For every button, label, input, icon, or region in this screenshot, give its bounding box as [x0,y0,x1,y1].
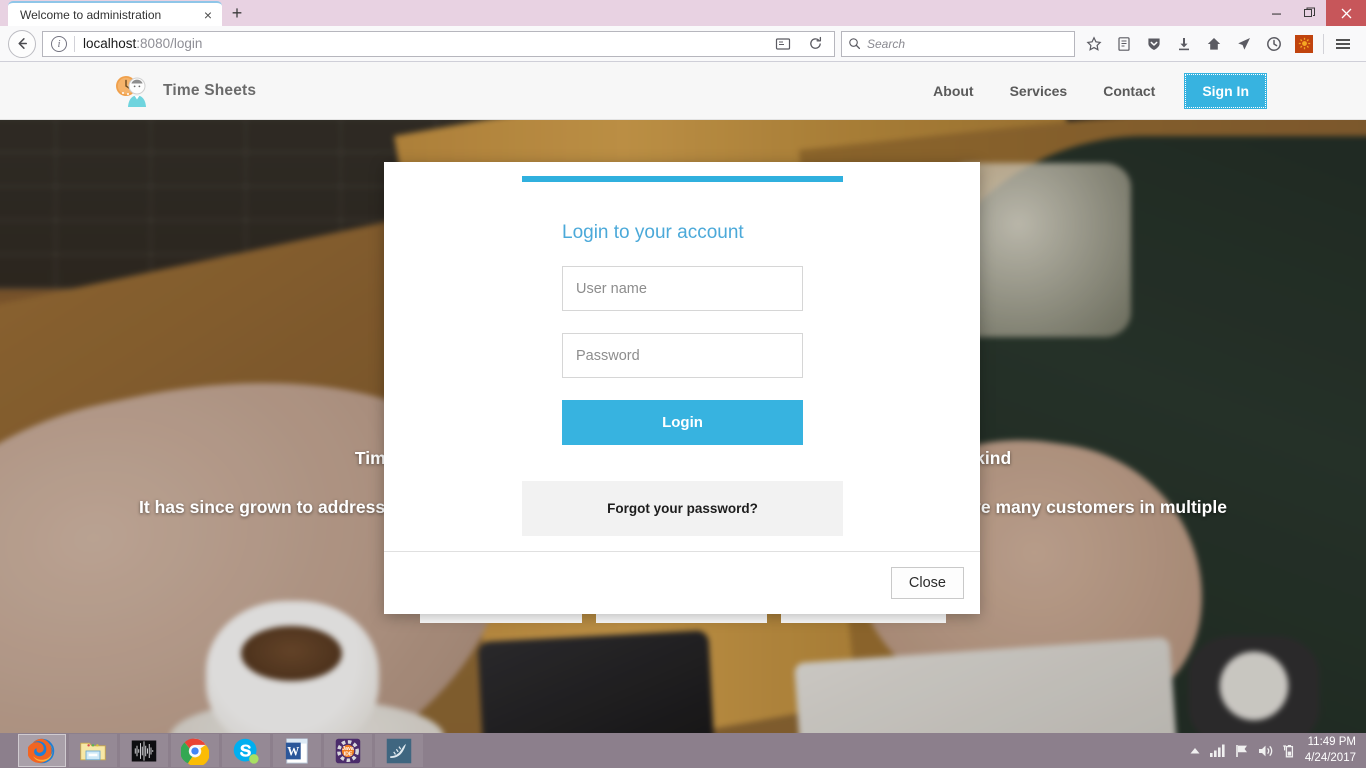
tab-title: Welcome to administration [20,7,162,22]
login-form: Login to your account Login [522,182,843,481]
mysql-workbench-icon [386,738,412,763]
back-icon[interactable] [8,29,36,58]
forgot-password-link[interactable]: Forgot your password? [522,481,843,536]
password-input[interactable] [562,333,803,378]
bookmark-star-icon[interactable] [1079,30,1109,58]
site-info-icon[interactable]: i [51,35,67,52]
browser-window: Welcome to administration × + i localhos… [0,0,1366,768]
browser-tab[interactable]: Welcome to administration × [8,1,222,26]
site-nav: About Services Contact Sign In [915,72,1267,109]
login-card: Login to your account Login Forgot your … [522,176,843,536]
svg-text:IDE: IDE [344,751,353,757]
action-center-flag-icon[interactable] [1235,744,1249,758]
taskbar-clock[interactable]: 11:49 PM 4/24/2017 [1305,735,1356,766]
browser-toolbar: i localhost:8080/login Search [0,26,1366,62]
nav-about[interactable]: About [915,77,991,105]
taskbar-audio-editor[interactable] [120,734,168,767]
network-signal-icon[interactable] [1209,744,1226,757]
username-input[interactable] [562,266,803,311]
system-tray: 11:49 PM 4/24/2017 [1189,735,1366,766]
login-dialog-footer: Close [384,551,980,614]
library-icon[interactable] [1109,30,1139,58]
clock-date: 4/24/2017 [1304,751,1356,764]
svg-text:W: W [287,744,299,758]
home-icon[interactable] [1199,30,1229,58]
extension-icon[interactable] [1289,30,1319,58]
downloads-icon[interactable] [1169,30,1199,58]
url-host: localhost [83,36,137,51]
reload-icon[interactable] [800,30,830,58]
volume-icon[interactable] [1258,744,1273,758]
url-path: :8080/login [136,36,203,51]
url-divider [74,35,75,52]
taskbar-skype[interactable] [222,734,270,767]
show-hidden-icons-icon[interactable] [1189,746,1201,756]
login-card-title: Login to your account [562,222,744,243]
battery-icon[interactable] [1282,744,1296,758]
close-dialog-button[interactable]: Close [890,567,964,599]
site-header: Time Sheets About Services Contact Sign … [0,62,1366,120]
login-button[interactable]: Login [562,400,803,445]
firefox-icon [28,738,55,763]
search-placeholder: Search [867,36,906,51]
search-bar[interactable]: Search [841,30,1075,57]
address-bar[interactable]: i localhost:8080/login [42,30,835,58]
taskbar-word[interactable]: W [273,734,321,767]
nav-contact[interactable]: Contact [1085,77,1173,105]
pocket-shield-icon[interactable] [1139,30,1169,58]
browser-titlebar: Welcome to administration × + [0,0,1366,26]
taskbar-mysql-workbench[interactable] [375,734,423,767]
taskbar-firefox[interactable] [18,734,66,767]
minimize-icon[interactable] [1260,0,1293,26]
web-page: Time Sheets About Services Contact Sign … [0,62,1366,735]
share-icon[interactable] [1229,30,1259,58]
toolbar-divider [1323,33,1324,54]
nav-services[interactable]: Services [992,77,1086,105]
brand-logo[interactable]: Time Sheets [112,74,256,108]
browser-toolbar-icons [1079,30,1358,58]
menu-hamburger-icon[interactable] [1328,30,1358,58]
sign-in-button[interactable]: Sign In [1184,72,1267,109]
brand-name: Time Sheets [163,81,257,99]
skype-icon [233,738,259,764]
taskbar-java-ee-ide[interactable]: Java IDE [324,734,372,767]
new-tab-icon[interactable]: + [222,1,252,26]
audio-waveform-icon [131,740,157,761]
restore-icon[interactable] [1293,0,1326,26]
search-icon [849,38,861,50]
clock-time: 11:49 PM [1307,735,1356,748]
timesheets-logo-icon [116,75,146,107]
java-ee-ide-icon: Java IDE [335,738,361,763]
tab-strip: Welcome to administration × + [0,0,252,26]
word-icon: W [285,737,308,764]
taskbar-file-explorer[interactable] [69,734,117,767]
close-tab-icon[interactable]: × [200,7,216,23]
reader-mode-icon[interactable] [768,30,798,58]
chrome-icon [181,738,209,765]
windows-taskbar: W Java IDE 11:49 PM 4/24/2017 [0,733,1366,768]
url-text: localhost:8080/login [83,36,768,51]
taskbar-chrome[interactable] [171,734,219,767]
window-controls [1260,0,1366,26]
taskbar-apps: W Java IDE [0,734,423,767]
close-window-icon[interactable] [1326,0,1366,26]
address-bar-actions [768,30,830,58]
history-icon[interactable] [1259,30,1289,58]
login-dialog-body: Login to your account Login Forgot your … [384,162,980,551]
file-explorer-icon [80,742,106,760]
login-dialog: Login to your account Login Forgot your … [384,162,980,614]
